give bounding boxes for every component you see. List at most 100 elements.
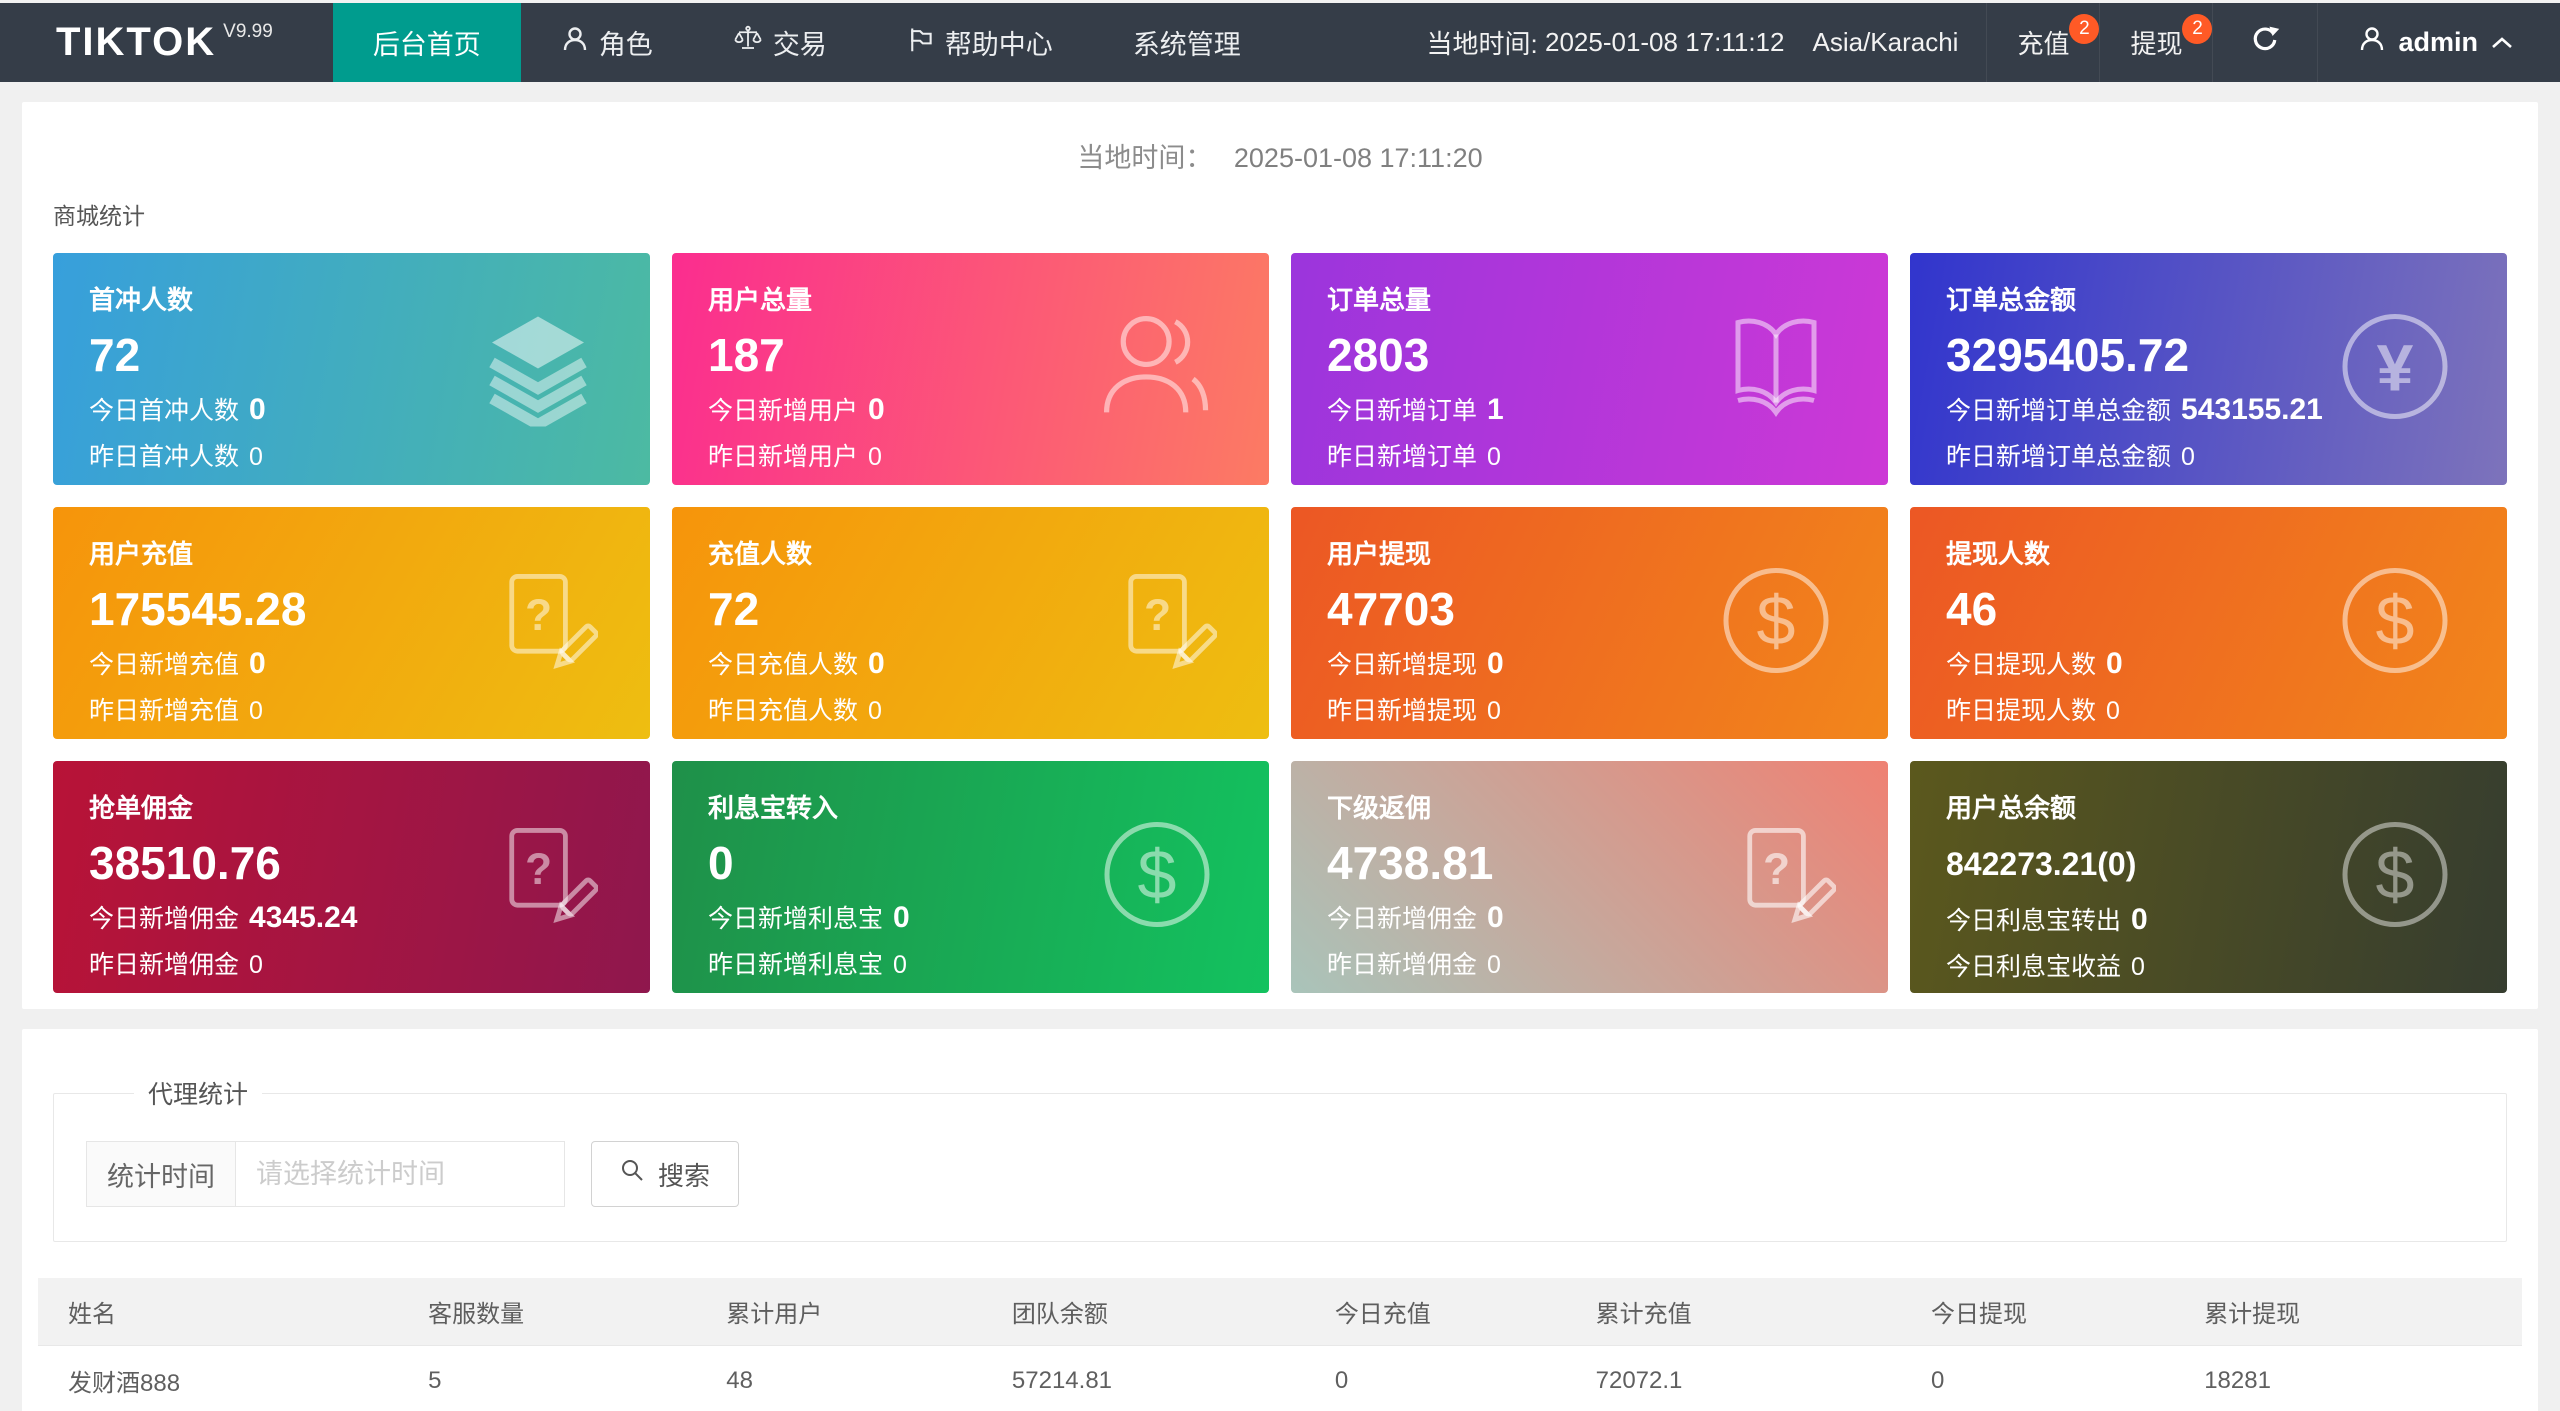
menu-item-help-center[interactable]: 帮助中心 <box>867 3 1093 82</box>
yen-circle-icon: ¥ <box>2335 307 2455 432</box>
today-label: 今日新增充值 <box>89 651 240 679</box>
recharge-label: 充值 <box>2017 29 2070 59</box>
stat-card-interest-transfer-in: 利息宝转入 0 今日新增利息宝 0 昨日新增利息宝 0 $ <box>672 761 1269 993</box>
stat-card-yesterday: 昨日新增订单总金额 0 <box>1946 437 2507 473</box>
column-header: 姓名 <box>38 1278 399 1346</box>
logo-text: TIKTOK <box>56 20 217 64</box>
stat-card-sub-rebate: 下级返佣 4738.81 今日新增佣金 0 昨日新增佣金 0 ? <box>1291 761 1888 993</box>
menu-item-label: 角色 <box>598 30 653 60</box>
recharge-button[interactable]: 充值 2 <box>1986 3 2100 82</box>
menu-item-label: 后台首页 <box>372 30 481 60</box>
users-icon <box>1092 304 1217 434</box>
menu-item-label: 帮助中心 <box>944 30 1053 60</box>
chevron-up-icon <box>2490 27 2514 58</box>
table-cell: 18281 <box>2174 1345 2522 1411</box>
today-value: 1 <box>1487 393 1504 426</box>
withdraw-badge: 2 <box>2182 14 2213 44</box>
stat-card-yesterday: 昨日新增佣金 0 <box>1327 945 1888 981</box>
today-value: 0 <box>2131 903 2148 936</box>
yesterday-label: 昨日提现人数 <box>1946 697 2097 725</box>
svg-text:$: $ <box>1757 582 1796 660</box>
stat-card-recharge-users: 充值人数 72 今日充值人数 0 昨日充值人数 0 ? <box>672 507 1269 739</box>
table-header-row: 姓名 客服数量 累计用户 团队余额 今日充值 累计充值 今日提现 累计提现 <box>38 1278 2522 1346</box>
stat-card-user-total-balance: 用户总余额 842273.21(0) 今日利息宝转出 0 今日利息宝收益 0 $ <box>1910 761 2507 993</box>
yesterday-value: 0 <box>249 951 263 979</box>
dollar-circle-icon: $ <box>1716 561 1836 686</box>
menu-item-label: 交易 <box>772 30 827 60</box>
agent-table: 姓名 客服数量 累计用户 团队余额 今日充值 累计充值 今日提现 累计提现 发财… <box>38 1278 2522 1411</box>
column-header: 累计用户 <box>696 1278 982 1346</box>
stat-cards-grid: 首冲人数 72 今日首冲人数 0 昨日首冲人数 0 用户总量 187 今日新增用户 0… <box>53 253 2507 993</box>
menu-item-system[interactable]: 系统管理 <box>1093 3 1281 82</box>
today-label: 今日新增提现 <box>1327 651 1478 679</box>
stat-card-yesterday: 昨日新增用户 0 <box>708 437 1269 473</box>
table-cell: 5 <box>398 1345 697 1411</box>
logo-version: V9.99 <box>223 20 273 42</box>
filter-row: 统计时间 搜索 <box>86 1141 2506 1207</box>
today-label: 今日新增佣金 <box>89 905 240 933</box>
recharge-badge: 2 <box>2069 14 2100 44</box>
dollar-circle-icon: $ <box>1097 815 1217 940</box>
svg-text:?: ? <box>1763 845 1790 894</box>
stat-card-yesterday: 昨日提现人数 0 <box>1946 691 2507 727</box>
yesterday-value: 0 <box>2131 953 2145 981</box>
local-time-value: 2025-01-08 17:11:12 <box>1544 27 1785 57</box>
table-cell: 48 <box>696 1345 982 1411</box>
today-label: 今日新增订单 <box>1327 397 1478 425</box>
flag-icon <box>907 25 945 60</box>
yesterday-value: 0 <box>1487 951 1501 979</box>
content-local-time-label: 当地时间： <box>1077 143 1213 173</box>
dollar-circle-icon: $ <box>2335 815 2455 940</box>
today-label: 今日充值人数 <box>708 651 859 679</box>
today-label: 今日提现人数 <box>1946 651 2097 679</box>
stat-card-total-orders: 订单总量 2803 今日新增订单 1 昨日新增订单 0 <box>1291 253 1888 485</box>
scales-icon <box>733 24 773 61</box>
withdraw-button[interactable]: 提现 2 <box>2099 3 2213 82</box>
search-button[interactable]: 搜索 <box>591 1141 740 1207</box>
yesterday-value: 0 <box>1487 697 1501 725</box>
yesterday-value: 0 <box>249 443 263 471</box>
today-value: 0 <box>1487 647 1504 680</box>
today-value: 0 <box>249 647 266 680</box>
withdraw-label: 提现 <box>2130 29 2183 59</box>
column-header: 今日充值 <box>1304 1278 1566 1346</box>
yesterday-value: 0 <box>868 443 882 471</box>
table-cell: 0 <box>1900 1345 2175 1411</box>
today-label: 今日利息宝转出 <box>1946 907 2122 935</box>
menu-item-home[interactable]: 后台首页 <box>332 3 521 82</box>
svg-text:$: $ <box>2376 582 2415 660</box>
svg-text:?: ? <box>525 591 552 640</box>
svg-text:¥: ¥ <box>2377 331 2414 405</box>
stat-time-label: 统计时间 <box>86 1141 235 1207</box>
today-label: 今日新增用户 <box>708 397 859 425</box>
today-value: 4345.24 <box>249 901 358 934</box>
svg-text:$: $ <box>2376 836 2415 914</box>
user-menu[interactable]: admin <box>2317 3 2542 82</box>
book-icon <box>1716 307 1836 432</box>
today-label: 今日新增佣金 <box>1327 905 1478 933</box>
menu-item-trade[interactable]: 交易 <box>693 3 867 82</box>
stat-card-total-order-amount: 订单总金额 3295405.72 今日新增订单总金额 543155.21 昨日新增… <box>1910 253 2507 485</box>
navbar-right: 当地时间: 2025-01-08 17:11:12 Asia/Karachi 充… <box>1417 3 2560 82</box>
stat-card-yesterday: 昨日首冲人数 0 <box>89 437 650 473</box>
mall-stats-title: 商城统计 <box>53 203 145 229</box>
table-cell: 72072.1 <box>1565 1345 1901 1411</box>
menu-item-roles[interactable]: 角色 <box>521 3 693 82</box>
stat-card-withdraw-users: 提现人数 46 今日提现人数 0 昨日提现人数 0 $ <box>1910 507 2507 739</box>
stat-time-input[interactable] <box>235 1141 565 1207</box>
yesterday-label: 昨日首冲人数 <box>89 443 240 471</box>
yesterday-value: 0 <box>868 697 882 725</box>
stat-card-yesterday: 昨日充值人数 0 <box>708 691 1269 727</box>
search-icon <box>620 1158 646 1191</box>
agent-panel: 代理统计 统计时间 搜索 姓名 客服数量 累计用户 团队余额 今日充值 累计充值… <box>22 1029 2538 1411</box>
stat-card-user-withdraw: 用户提现 47703 今日新增提现 0 昨日新增提现 0 $ <box>1291 507 1888 739</box>
table-cell: 57214.81 <box>981 1345 1305 1411</box>
search-button-label: 搜索 <box>658 1160 711 1191</box>
column-header: 客服数量 <box>398 1278 697 1346</box>
refresh-icon <box>2249 24 2281 61</box>
content-local-time-value: 2025-01-08 17:11:20 <box>1233 143 1483 173</box>
content-local-time: 当地时间： 2025-01-08 17:11:20 <box>53 102 2507 175</box>
refresh-button[interactable] <box>2212 3 2317 82</box>
layers-icon <box>478 307 598 432</box>
agent-stats-fieldset: 代理统计 统计时间 搜索 <box>53 1075 2507 1242</box>
